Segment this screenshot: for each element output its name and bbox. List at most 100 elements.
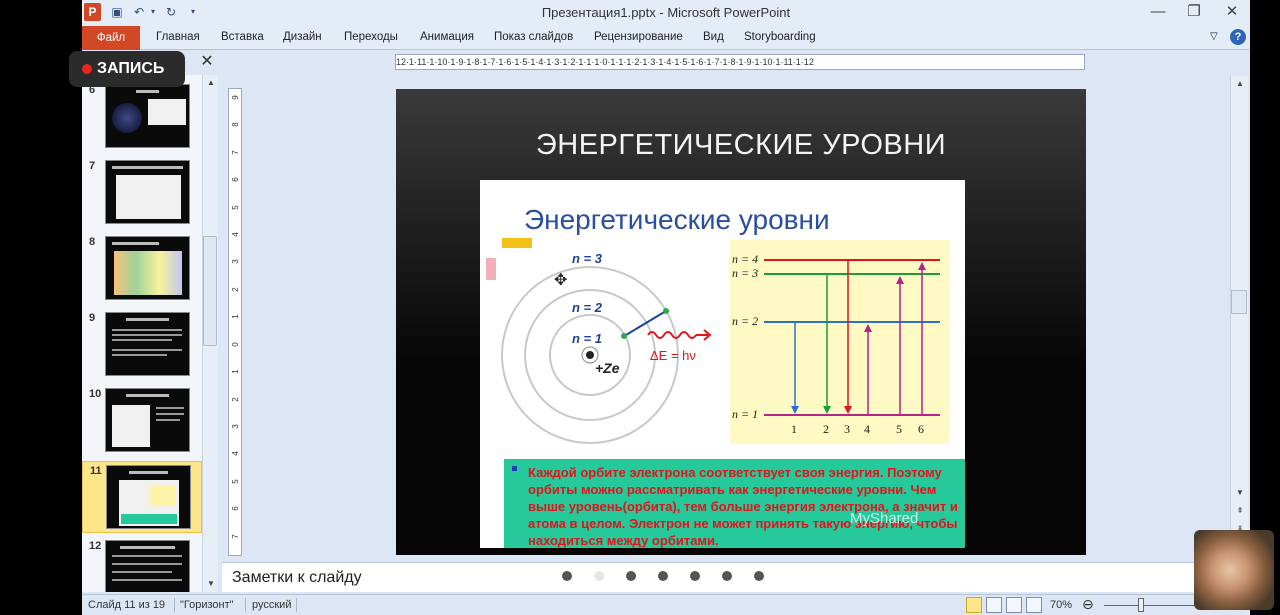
slide-scrollbar[interactable]: ▲ ▼ ⇞ ⇟	[1230, 76, 1248, 556]
transition-label-5: 5	[896, 422, 902, 436]
tab-animation[interactable]: Анимация	[420, 31, 474, 43]
tab-review[interactable]: Рецензирование	[594, 31, 683, 43]
ruler-tick-label: 7	[231, 150, 240, 155]
thumbnail-slide-9[interactable]: 9	[82, 309, 202, 381]
thumbnail-slide-10[interactable]: 10	[82, 385, 202, 457]
page-dot[interactable]	[594, 571, 604, 581]
thumbnail-image	[105, 84, 190, 148]
ruler-tick-label: 3	[231, 259, 240, 265]
ruler-tick-label: 5	[231, 479, 240, 484]
theme-name[interactable]: "Горизонт"	[180, 599, 234, 611]
scroll-down-icon[interactable]: ▼	[206, 579, 216, 588]
tab-design[interactable]: Дизайн	[283, 31, 322, 43]
orbit-label-n2: n = 2	[572, 300, 602, 315]
webcam-overlay	[1194, 530, 1274, 610]
tab-insert[interactable]: Вставка	[221, 31, 264, 43]
minimize-icon[interactable]: —	[1144, 2, 1172, 22]
ruler-tick-label: 0	[231, 341, 240, 347]
slideshow-icon[interactable]	[1026, 597, 1042, 613]
nucleus-label: +Ze	[595, 360, 620, 376]
level-label-n3: n = 3	[732, 266, 759, 280]
slide-sorter-icon[interactable]	[986, 597, 1002, 613]
orbit-label-n3: n = 3	[572, 251, 602, 266]
zoom-level[interactable]: 70%	[1050, 599, 1072, 611]
tab-view[interactable]: Вид	[703, 31, 724, 43]
info-box: Каждой орбите электрона соответствует св…	[504, 459, 965, 548]
thumbnails-scroll-thumb[interactable]	[203, 236, 217, 346]
thumbnail-slide-12[interactable]: 12	[82, 537, 202, 592]
tab-home[interactable]: Главная	[156, 31, 200, 43]
slide-thumbnails: 6 7 8 9 10 11 12	[82, 75, 202, 592]
page-dot[interactable]	[626, 571, 636, 581]
slide-title[interactable]: ЭНЕРГЕТИЧЕСКИЕ УРОВНИ	[396, 129, 1086, 162]
thumbnail-slide-8[interactable]: 8	[82, 233, 202, 305]
ruler-tick-label: 6	[231, 506, 240, 511]
tab-transitions[interactable]: Переходы	[344, 31, 398, 43]
tab-file[interactable]: Файл	[82, 26, 140, 50]
thumbnail-slide-11[interactable]: 11	[82, 461, 202, 533]
ruler-tick-label: 2	[231, 396, 240, 402]
previous-slide-icon[interactable]: ⇞	[1235, 506, 1245, 515]
orbit-label-n1: n = 1	[572, 331, 602, 346]
tab-slideshow[interactable]: Показ слайдов	[494, 31, 573, 43]
language-indicator[interactable]: русский	[252, 599, 291, 611]
thumbnail-slide-6[interactable]: 6	[82, 81, 202, 153]
thumbnail-number: 10	[89, 388, 102, 400]
zoom-out-icon[interactable]: ⊖	[1082, 596, 1094, 613]
tab-storyboarding[interactable]: Storyboarding	[744, 31, 816, 43]
status-bar: Слайд 11 из 19 "Горизонт" русский 70% ⊖	[82, 594, 1250, 615]
page-dot[interactable]	[722, 571, 732, 581]
vertical-ruler[interactable]: 9 8 7 6 5 4 3 2 1 0 1 2 3 4 5 6 7	[228, 88, 242, 556]
record-label: ЗАПИСЬ	[97, 60, 165, 77]
window-title: Презентация1.pptx - Microsoft PowerPoint	[541, 5, 791, 20]
zoom-slider-knob[interactable]	[1137, 598, 1144, 612]
page-dot[interactable]	[562, 571, 572, 581]
reading-view-icon[interactable]	[1006, 597, 1022, 613]
help-icon[interactable]: ?	[1230, 29, 1246, 45]
info-text: Каждой орбите электрона соответствует св…	[528, 465, 958, 548]
restore-icon[interactable]: ❐	[1180, 2, 1208, 22]
notes-placeholder[interactable]: Заметки к слайду	[232, 569, 362, 587]
page-dot[interactable]	[658, 571, 668, 581]
thumbnail-image	[105, 388, 190, 452]
horizontal-ruler[interactable]: 12·1·11·1·10·1·9·1·8·1·7·1·6·1·5·1·4·1·3…	[395, 54, 1085, 70]
record-dot-icon	[82, 64, 92, 74]
thumbnail-number: 11	[90, 465, 102, 477]
thumbnail-slide-7[interactable]: 7	[82, 157, 202, 229]
thumbnail-image	[105, 540, 190, 592]
page-dot[interactable]	[754, 571, 764, 581]
title-bar: P ▣ ↶ ▾ ↻ ▾ Презентация1.pptx - Microsof…	[82, 0, 1250, 26]
thumbnail-image	[105, 160, 190, 224]
thumbnail-image	[106, 465, 191, 529]
bullet-icon	[512, 466, 517, 471]
ribbon-tabs: Файл Главная Вставка Дизайн Переходы Ани…	[82, 26, 1250, 50]
record-indicator[interactable]: ЗАПИСЬ	[69, 51, 185, 87]
scroll-up-icon[interactable]: ▲	[206, 78, 216, 87]
photon-label: ΔE = hν	[650, 348, 696, 363]
scroll-up-icon[interactable]: ▲	[1235, 79, 1245, 88]
slide-canvas[interactable]: ЭНЕРГЕТИЧЕСКИЕ УРОВНИ Энергетические уро…	[396, 89, 1086, 555]
page-dot[interactable]	[690, 571, 700, 581]
ruler-tick-label: 5	[231, 204, 240, 210]
thumbnail-image	[105, 312, 190, 376]
ruler-tick-label: 2	[231, 287, 240, 292]
thumbnail-number: 7	[89, 160, 96, 172]
transition-label-4: 4	[864, 422, 870, 436]
move-cursor-icon: ✥	[554, 272, 568, 289]
ruler-tick-label: 4	[231, 451, 240, 457]
close-pane-icon[interactable]: ✕	[198, 53, 216, 71]
slide-scroll-thumb[interactable]	[1231, 290, 1247, 314]
ruler-tick-label: 9	[231, 95, 240, 100]
transition-label-3: 3	[844, 422, 850, 436]
ruler-tick-label: 8	[231, 122, 240, 128]
close-icon[interactable]: ✕	[1218, 2, 1246, 22]
ruler-tick-label: 1	[231, 314, 240, 320]
normal-view-icon[interactable]	[966, 597, 982, 613]
ruler-tick-label: 1	[231, 369, 240, 374]
thumbnail-number: 12	[89, 540, 102, 552]
scroll-down-icon[interactable]: ▼	[1235, 488, 1245, 497]
transition-label-6: 6	[918, 422, 924, 436]
slide-picture[interactable]: Энергетические уровни n = 3 n = 2 n = 1 …	[480, 180, 965, 548]
ribbon-minimize-icon[interactable]: ▽	[1210, 31, 1218, 42]
thumbnail-number: 8	[89, 236, 96, 248]
